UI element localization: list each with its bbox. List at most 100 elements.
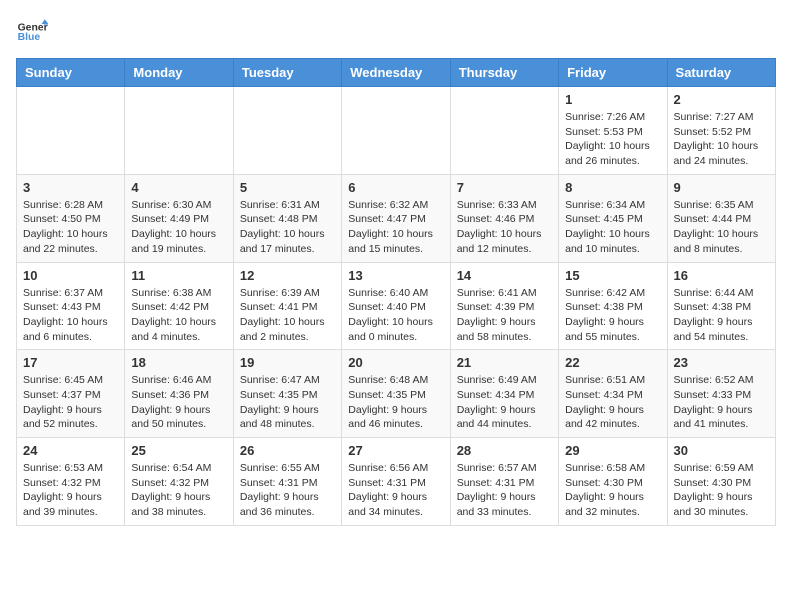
calendar-day-cell: 15 Sunrise: 6:42 AM Sunset: 4:38 PM Dayli… bbox=[559, 262, 667, 350]
day-info: Sunrise: 6:28 AM Sunset: 4:50 PM Dayligh… bbox=[23, 198, 118, 257]
calendar-day-cell: 12Sunrise: 6:39 AM Sunset: 4:41 PM Dayli… bbox=[233, 262, 341, 350]
calendar-day-cell: 2 Sunrise: 7:27 AM Sunset: 5:52 PM Daylig… bbox=[667, 87, 775, 175]
day-number: 2 bbox=[674, 92, 769, 107]
day-number: 18 bbox=[131, 355, 226, 370]
day-number: 1 bbox=[565, 92, 660, 107]
day-number: 7 bbox=[457, 180, 552, 195]
calendar-day-cell: 17 Sunrise: 6:45 AM Sunset: 4:37 PM Dayli… bbox=[17, 350, 125, 438]
weekday-header: Thursday bbox=[450, 59, 558, 87]
day-info: Sunrise: 6:42 AM Sunset: 4:38 PM Dayligh… bbox=[565, 286, 660, 345]
day-number: 19 bbox=[240, 355, 335, 370]
day-info: Sunrise: 6:46 AM Sunset: 4:36 PM Dayligh… bbox=[131, 373, 226, 432]
calendar-day-cell bbox=[342, 87, 450, 175]
day-info: Sunrise: 6:57 AM Sunset: 4:31 PM Dayligh… bbox=[457, 461, 552, 520]
day-info: Sunrise: 6:51 AM Sunset: 4:34 PM Dayligh… bbox=[565, 373, 660, 432]
calendar-day-cell: 4 Sunrise: 6:30 AM Sunset: 4:49 PM Daylig… bbox=[125, 174, 233, 262]
calendar-week-row: 3 Sunrise: 6:28 AM Sunset: 4:50 PM Daylig… bbox=[17, 174, 776, 262]
calendar-day-cell: 5Sunrise: 6:31 AM Sunset: 4:48 PM Daylig… bbox=[233, 174, 341, 262]
weekday-header: Saturday bbox=[667, 59, 775, 87]
calendar-day-cell: 20 Sunrise: 6:48 AM Sunset: 4:35 PM Dayli… bbox=[342, 350, 450, 438]
calendar-day-cell: 24 Sunrise: 6:53 AM Sunset: 4:32 PM Dayli… bbox=[17, 438, 125, 526]
day-info: Sunrise: 6:32 AM Sunset: 4:47 PM Dayligh… bbox=[348, 198, 443, 257]
weekday-header: Tuesday bbox=[233, 59, 341, 87]
calendar-week-row: 10 Sunrise: 6:37 AM Sunset: 4:43 PM Dayli… bbox=[17, 262, 776, 350]
day-number: 12 bbox=[240, 268, 335, 283]
weekday-header: Sunday bbox=[17, 59, 125, 87]
day-number: 15 bbox=[565, 268, 660, 283]
day-info: Sunrise: 6:53 AM Sunset: 4:32 PM Dayligh… bbox=[23, 461, 118, 520]
calendar-day-cell: 9 Sunrise: 6:35 AM Sunset: 4:44 PM Daylig… bbox=[667, 174, 775, 262]
calendar-day-cell: 16 Sunrise: 6:44 AM Sunset: 4:38 PM Dayli… bbox=[667, 262, 775, 350]
day-number: 8 bbox=[565, 180, 660, 195]
day-info: Sunrise: 6:55 AM Sunset: 4:31 PM Dayligh… bbox=[240, 461, 335, 520]
logo: General Blue bbox=[16, 16, 48, 48]
day-number: 28 bbox=[457, 443, 552, 458]
day-number: 21 bbox=[457, 355, 552, 370]
day-number: 26 bbox=[240, 443, 335, 458]
day-number: 25 bbox=[131, 443, 226, 458]
day-number: 16 bbox=[674, 268, 769, 283]
day-info: Sunrise: 6:33 AM Sunset: 4:46 PM Dayligh… bbox=[457, 198, 552, 257]
day-info: Sunrise: 6:38 AM Sunset: 4:42 PM Dayligh… bbox=[131, 286, 226, 345]
calendar-week-row: 1Sunrise: 7:26 AM Sunset: 5:53 PM Daylig… bbox=[17, 87, 776, 175]
calendar-day-cell: 29 Sunrise: 6:58 AM Sunset: 4:30 PM Dayli… bbox=[559, 438, 667, 526]
day-number: 5 bbox=[240, 180, 335, 195]
calendar-day-cell: 26 Sunrise: 6:55 AM Sunset: 4:31 PM Dayli… bbox=[233, 438, 341, 526]
calendar-day-cell: 21 Sunrise: 6:49 AM Sunset: 4:34 PM Dayli… bbox=[450, 350, 558, 438]
day-info: Sunrise: 6:35 AM Sunset: 4:44 PM Dayligh… bbox=[674, 198, 769, 257]
calendar-day-cell: 14Sunrise: 6:41 AM Sunset: 4:39 PM Dayli… bbox=[450, 262, 558, 350]
calendar-day-cell: 13 Sunrise: 6:40 AM Sunset: 4:40 PM Dayli… bbox=[342, 262, 450, 350]
day-number: 13 bbox=[348, 268, 443, 283]
day-number: 23 bbox=[674, 355, 769, 370]
day-number: 3 bbox=[23, 180, 118, 195]
calendar-day-cell: 11Sunrise: 6:38 AM Sunset: 4:42 PM Dayli… bbox=[125, 262, 233, 350]
calendar-day-cell: 3 Sunrise: 6:28 AM Sunset: 4:50 PM Daylig… bbox=[17, 174, 125, 262]
day-info: Sunrise: 6:59 AM Sunset: 4:30 PM Dayligh… bbox=[674, 461, 769, 520]
calendar-header: SundayMondayTuesdayWednesdayThursdayFrid… bbox=[17, 59, 776, 87]
calendar-day-cell bbox=[450, 87, 558, 175]
day-number: 9 bbox=[674, 180, 769, 195]
calendar-day-cell bbox=[17, 87, 125, 175]
calendar-day-cell: 1Sunrise: 7:26 AM Sunset: 5:53 PM Daylig… bbox=[559, 87, 667, 175]
day-number: 22 bbox=[565, 355, 660, 370]
day-number: 24 bbox=[23, 443, 118, 458]
calendar-day-cell: 25 Sunrise: 6:54 AM Sunset: 4:32 PM Dayli… bbox=[125, 438, 233, 526]
calendar-week-row: 17 Sunrise: 6:45 AM Sunset: 4:37 PM Dayli… bbox=[17, 350, 776, 438]
day-number: 10 bbox=[23, 268, 118, 283]
calendar-day-cell bbox=[125, 87, 233, 175]
day-info: Sunrise: 6:58 AM Sunset: 4:30 PM Dayligh… bbox=[565, 461, 660, 520]
day-number: 4 bbox=[131, 180, 226, 195]
day-info: Sunrise: 6:37 AM Sunset: 4:43 PM Dayligh… bbox=[23, 286, 118, 345]
day-info: Sunrise: 6:49 AM Sunset: 4:34 PM Dayligh… bbox=[457, 373, 552, 432]
day-number: 17 bbox=[23, 355, 118, 370]
calendar-day-cell: 22 Sunrise: 6:51 AM Sunset: 4:34 PM Dayli… bbox=[559, 350, 667, 438]
day-info: Sunrise: 6:40 AM Sunset: 4:40 PM Dayligh… bbox=[348, 286, 443, 345]
day-info: Sunrise: 6:30 AM Sunset: 4:49 PM Dayligh… bbox=[131, 198, 226, 257]
day-info: Sunrise: 6:45 AM Sunset: 4:37 PM Dayligh… bbox=[23, 373, 118, 432]
calendar-day-cell: 30 Sunrise: 6:59 AM Sunset: 4:30 PM Dayli… bbox=[667, 438, 775, 526]
day-info: Sunrise: 6:44 AM Sunset: 4:38 PM Dayligh… bbox=[674, 286, 769, 345]
calendar-day-cell: 28 Sunrise: 6:57 AM Sunset: 4:31 PM Dayli… bbox=[450, 438, 558, 526]
day-info: Sunrise: 6:52 AM Sunset: 4:33 PM Dayligh… bbox=[674, 373, 769, 432]
day-number: 27 bbox=[348, 443, 443, 458]
weekday-header: Wednesday bbox=[342, 59, 450, 87]
day-number: 29 bbox=[565, 443, 660, 458]
day-info: Sunrise: 6:48 AM Sunset: 4:35 PM Dayligh… bbox=[348, 373, 443, 432]
svg-text:Blue: Blue bbox=[18, 32, 41, 43]
page-header: General Blue bbox=[16, 16, 776, 48]
calendar-day-cell: 6 Sunrise: 6:32 AM Sunset: 4:47 PM Daylig… bbox=[342, 174, 450, 262]
day-info: Sunrise: 6:54 AM Sunset: 4:32 PM Dayligh… bbox=[131, 461, 226, 520]
day-info: Sunrise: 6:41 AM Sunset: 4:39 PM Dayligh… bbox=[457, 286, 552, 345]
weekday-header: Monday bbox=[125, 59, 233, 87]
logo-icon: General Blue bbox=[16, 16, 48, 48]
day-info: Sunrise: 7:27 AM Sunset: 5:52 PM Dayligh… bbox=[674, 110, 769, 169]
calendar-day-cell: 10 Sunrise: 6:37 AM Sunset: 4:43 PM Dayli… bbox=[17, 262, 125, 350]
day-number: 6 bbox=[348, 180, 443, 195]
weekday-header: Friday bbox=[559, 59, 667, 87]
calendar-day-cell bbox=[233, 87, 341, 175]
day-number: 20 bbox=[348, 355, 443, 370]
day-info: Sunrise: 6:56 AM Sunset: 4:31 PM Dayligh… bbox=[348, 461, 443, 520]
calendar-day-cell: 8 Sunrise: 6:34 AM Sunset: 4:45 PM Daylig… bbox=[559, 174, 667, 262]
day-info: Sunrise: 6:34 AM Sunset: 4:45 PM Dayligh… bbox=[565, 198, 660, 257]
day-number: 30 bbox=[674, 443, 769, 458]
